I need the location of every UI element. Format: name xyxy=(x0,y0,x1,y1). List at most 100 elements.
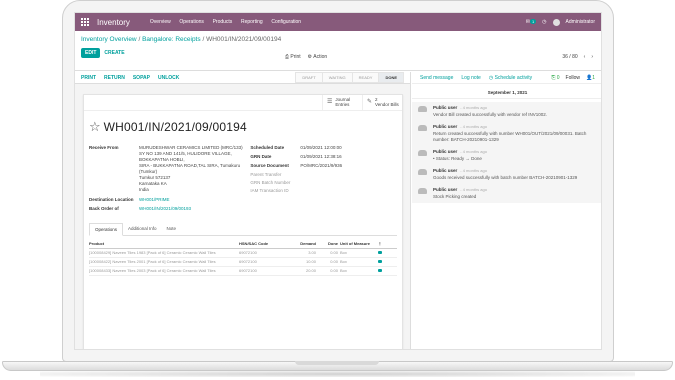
print-button[interactable]: PRINT xyxy=(81,75,96,81)
journal-entries-button[interactable]: ☰ Journal Entries xyxy=(322,95,362,110)
destination-label: Destination Location xyxy=(89,196,134,202)
sidebar-actions: ⎙ Print ⚙ Action xyxy=(285,54,327,60)
follow-button[interactable]: Follow xyxy=(566,75,580,81)
edit-document-icon: ✎ xyxy=(367,99,373,106)
user-name[interactable]: Administrator xyxy=(566,19,595,25)
sopap-button[interactable]: SOPAP xyxy=(133,75,150,81)
vendor-bills-label: Vendor Bills xyxy=(375,101,399,107)
main-menu: Overview Operations Products Reporting C… xyxy=(150,19,308,25)
tab-additional-info[interactable]: Additional Info xyxy=(123,223,162,235)
statusbar: PRINT RETURN SOPAP UNLOCK DRAFT WAITING … xyxy=(75,72,410,84)
schedule-activity-button[interactable]: ◷ Schedule activity xyxy=(489,75,532,81)
print-menu[interactable]: ⎙ Print xyxy=(285,54,301,60)
action-menu[interactable]: ⚙ Action xyxy=(308,54,328,60)
table-header: Product HSN/SAC Code Demand Done Unit of… xyxy=(89,240,397,249)
table-row[interactable]: [100008429] Naveen Tiles 1983 [Pack of 6… xyxy=(89,249,397,258)
menu-configuration[interactable]: Configuration xyxy=(271,19,301,25)
avatar xyxy=(418,168,428,176)
schedule-activity-label: Schedule activity xyxy=(494,74,533,81)
menu-products[interactable]: Products xyxy=(213,19,233,25)
top-navbar: Inventory Overview Operations Products R… xyxy=(75,13,601,31)
chatter-message: Public user - 4 months ago Vendor Bill cr… xyxy=(412,102,601,122)
tab-note[interactable]: Note xyxy=(162,223,182,235)
parent-transfer-label: Parent Transfer xyxy=(250,172,282,178)
backorder-value[interactable]: WH001/IN/2021/09/00193 xyxy=(139,206,250,212)
control-panel: Inventory Overview / Bangalore: Receipts… xyxy=(75,31,601,71)
message-author[interactable]: Public user xyxy=(433,124,457,129)
status-stages: DRAFT WAITING READY DONE xyxy=(295,72,404,83)
grn-date-value[interactable]: 01/09/2021 12:38:16 xyxy=(300,154,397,160)
parent-transfer-row: Parent Transfer xyxy=(250,172,397,177)
messaging-icon[interactable]: ✉ 1 xyxy=(526,19,537,25)
laptop-shadow xyxy=(40,371,635,377)
message-text: • Status: Ready → Done xyxy=(433,156,482,162)
return-button[interactable]: RETURN xyxy=(104,75,125,81)
activity-clock-icon[interactable]: ◷ xyxy=(542,19,546,25)
followers-count: 1 xyxy=(592,74,595,81)
cell-done: 0.00 xyxy=(330,268,338,274)
vendor-bills-text: 2 Vendor Bills xyxy=(375,97,399,108)
cell-demand: 20.00 xyxy=(305,268,316,274)
chatter-message: Public user - 4 months ago Stock Picking … xyxy=(412,184,601,204)
scheduled-date-label: Scheduled Date xyxy=(250,145,285,150)
tab-operations[interactable]: Operations xyxy=(89,222,124,236)
cell-product: [100008429] Naveen Tiles 1983 [Pack of 6… xyxy=(89,250,216,256)
menu-reporting[interactable]: Reporting xyxy=(241,19,263,25)
col-options-icon[interactable]: ⋮ xyxy=(378,241,390,246)
receive-from-label: Receive From xyxy=(89,145,119,150)
chatter-topbar: Send message Log note ◷ Schedule activit… xyxy=(412,72,601,84)
laptop-notch xyxy=(295,361,379,365)
source-document-value[interactable]: PO/MRC/2021/9/936 xyxy=(300,163,397,169)
send-message-button[interactable]: Send message xyxy=(420,75,453,81)
backorder-label: Back Order of xyxy=(89,205,119,211)
tracking-value: Status: Ready → Done xyxy=(435,156,482,162)
avatar[interactable] xyxy=(552,18,560,26)
detailed-operations-icon[interactable] xyxy=(378,269,382,273)
address-line: India xyxy=(139,187,149,193)
create-button[interactable]: CREATE xyxy=(104,50,124,56)
col-done[interactable]: Done xyxy=(320,241,340,246)
scheduled-date-value[interactable]: 01/09/2021 12:00:00 xyxy=(300,145,397,151)
table-row[interactable]: [100008422] Naveen Tiles 2001 [Pack of 6… xyxy=(89,258,397,267)
table-row[interactable]: [100008433] Naveen Tiles 2003 [Pack of 6… xyxy=(89,267,397,276)
avatar xyxy=(418,124,428,132)
col-uom[interactable]: Unit of Measure xyxy=(340,241,378,246)
detailed-operations-icon[interactable] xyxy=(378,260,382,264)
col-demand[interactable]: Demand xyxy=(285,241,320,246)
menu-operations[interactable]: Operations xyxy=(179,19,203,25)
message-time: - 4 months ago xyxy=(460,149,487,155)
log-note-button[interactable]: Log note xyxy=(461,75,480,81)
col-product[interactable]: Product xyxy=(89,241,239,246)
breadcrumb-receipts[interactable]: Bangalore: Receipts xyxy=(142,36,201,43)
followers-button[interactable]: 👤1 xyxy=(586,75,595,81)
unlock-button[interactable]: UNLOCK xyxy=(158,75,179,81)
destination-value[interactable]: WH001/PRIME xyxy=(139,197,250,203)
breadcrumb-overview[interactable]: Inventory Overview xyxy=(81,36,137,43)
app-title[interactable]: Inventory xyxy=(97,18,130,27)
col-hsn[interactable]: HSN/SAC Code xyxy=(239,241,285,246)
vendor-bills-button[interactable]: ✎ 2 Vendor Bills xyxy=(362,95,402,110)
notification-badge: 1 xyxy=(529,19,537,24)
list-icon: ☰ xyxy=(327,99,333,106)
message-author[interactable]: Public user xyxy=(433,187,457,192)
apps-menu-icon[interactable] xyxy=(81,18,89,26)
message-author[interactable]: Public user xyxy=(433,168,457,173)
message-author[interactable]: Public user xyxy=(433,149,457,154)
pager-value[interactable]: 36 / 80 xyxy=(562,54,577,60)
menu-overview[interactable]: Overview xyxy=(150,19,171,25)
receive-from-address[interactable]: MURUDESHWAR CERAMICS LIMITED (MRC/133) S… xyxy=(139,145,250,194)
navbar-right: ✉ 1 ◷ Administrator xyxy=(526,18,595,26)
star-icon[interactable]: ☆ xyxy=(89,119,101,135)
grn-batch-label: GRN Batch Number xyxy=(250,180,291,186)
smart-buttons: ☰ Journal Entries ✎ 2 Vendor Bills xyxy=(84,95,402,111)
breadcrumb-current: WH001/IN/2021/09/00194 xyxy=(206,36,282,43)
attachment-button[interactable]: ⎘ 0 xyxy=(551,75,559,81)
message-author[interactable]: Public user xyxy=(433,105,457,110)
cell-uom: Box xyxy=(340,268,347,274)
pager-previous-icon[interactable]: ‹ xyxy=(584,54,586,60)
detailed-operations-icon[interactable] xyxy=(378,251,382,255)
message-text: Vendor Bill created successfully with ve… xyxy=(433,112,548,117)
edit-button[interactable]: EDIT xyxy=(81,48,101,58)
pager-next-icon[interactable]: › xyxy=(591,54,593,60)
grn-date-label: GRN Date xyxy=(250,154,272,160)
